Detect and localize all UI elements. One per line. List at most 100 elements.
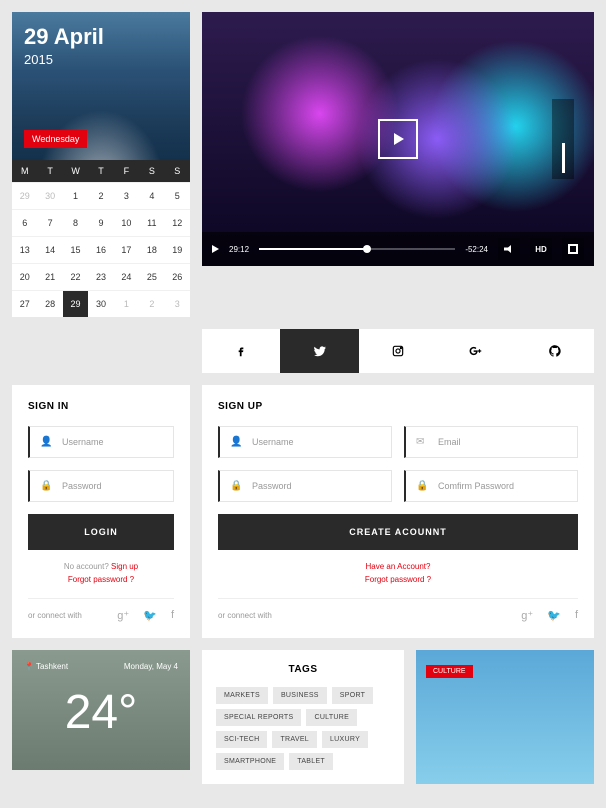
instagram-button[interactable] [359,329,437,373]
calendar-cell[interactable]: 1 [63,182,88,209]
day-label: F [114,160,139,182]
calendar-cell[interactable]: 25 [139,263,164,290]
facebook-icon[interactable]: f [575,609,578,622]
user-icon: 👤 [230,437,242,448]
googleplus-icon[interactable]: g⁺ [521,609,533,622]
calendar-grid: 2930123456789101112131415161718192021222… [12,182,190,317]
tag[interactable]: MARKETS [216,687,268,704]
login-button[interactable]: LOGIN [28,514,174,550]
play-button[interactable] [378,119,418,159]
tag[interactable]: SMARTPHONE [216,753,284,770]
tag[interactable]: LUXURY [322,731,368,748]
email-field[interactable]: ✉Email [404,426,578,458]
calendar-cell[interactable]: 18 [139,236,164,263]
tags-list: MARKETS BUSINESS SPORT SPECIAL REPORTS CULTU… [216,687,390,770]
have-account-link[interactable]: Have an Account? [218,562,578,571]
forgot-link[interactable]: Forgot password ? [28,575,174,584]
volume-slider[interactable] [552,99,574,179]
play-icon[interactable] [212,245,219,253]
calendar-cell[interactable]: 5 [165,182,190,209]
mail-icon: ✉ [416,437,424,448]
day-label: S [139,160,164,182]
day-label: M [12,160,37,182]
calendar-cell[interactable]: 30 [37,182,62,209]
twitter-icon[interactable]: 🐦 [143,609,157,622]
tags-title: TAGS [216,664,390,675]
tag[interactable]: SCI-TECH [216,731,267,748]
tag[interactable]: TABLET [289,753,333,770]
password-field[interactable]: 🔒Password [218,470,392,502]
calendar-cell[interactable]: 9 [88,209,113,236]
calendar-cell[interactable]: 29 [63,290,88,317]
calendar-cell[interactable]: 3 [165,290,190,317]
username-field[interactable]: 👤Username [28,426,174,458]
calendar-cell[interactable]: 26 [165,263,190,290]
video-controls: 29:12 -52:24 HD [202,232,594,266]
lock-icon: 🔒 [230,481,242,492]
signup-title: SIGN UP [218,401,578,412]
calendar-cell[interactable]: 4 [139,182,164,209]
create-account-button[interactable]: CREATE ACOUNNT [218,514,578,550]
twitter-button[interactable] [280,329,358,373]
tags-widget: TAGS MARKETS BUSINESS SPORT SPECIAL REPORTS… [202,650,404,784]
calendar-cell[interactable]: 23 [88,263,113,290]
calendar-day-labels: MTWTFSS [12,160,190,182]
googleplus-icon[interactable]: g⁺ [117,609,129,622]
calendar-cell[interactable]: 1 [114,290,139,317]
tag[interactable]: SPORT [332,687,374,704]
tag[interactable]: TRAVEL [272,731,317,748]
calendar-cell[interactable]: 15 [63,236,88,263]
username-field[interactable]: 👤Username [218,426,392,458]
tag[interactable]: CULTURE [306,709,357,726]
calendar-cell[interactable]: 16 [88,236,113,263]
mute-button[interactable] [498,238,520,260]
culture-badge: CULTURE [426,665,473,678]
facebook-icon[interactable]: f [171,609,174,622]
calendar-cell[interactable]: 2 [139,290,164,317]
signin-title: SIGN IN [28,401,174,412]
calendar-cell[interactable]: 12 [165,209,190,236]
confirm-password-field[interactable]: 🔒Comfirm Password [404,470,578,502]
calendar-cell[interactable]: 22 [63,263,88,290]
calendar-cell[interactable]: 24 [114,263,139,290]
calendar-cell[interactable]: 14 [37,236,62,263]
calendar-day-badge: Wednesday [24,130,87,148]
googleplus-button[interactable] [437,329,515,373]
calendar-cell[interactable]: 21 [37,263,62,290]
hd-button[interactable]: HD [530,238,552,260]
calendar-cell[interactable]: 19 [165,236,190,263]
calendar-cell[interactable]: 11 [139,209,164,236]
weather-temp: 24° [24,685,178,740]
calendar-cell[interactable]: 7 [37,209,62,236]
lock-icon: 🔒 [416,481,428,492]
signup-link[interactable]: No account? Sign up [28,562,174,571]
day-label: S [165,160,190,182]
calendar-cell[interactable]: 13 [12,236,37,263]
calendar-cell[interactable]: 30 [88,290,113,317]
password-field[interactable]: 🔒Password [28,470,174,502]
connect-label: or connect with [28,611,82,620]
calendar-cell[interactable]: 6 [12,209,37,236]
calendar-cell[interactable]: 17 [114,236,139,263]
day-label: W [63,160,88,182]
tag[interactable]: BUSINESS [273,687,327,704]
calendar-cell[interactable]: 10 [114,209,139,236]
calendar-cell[interactable]: 8 [63,209,88,236]
calendar-cell[interactable]: 28 [37,290,62,317]
forgot-link[interactable]: Forgot password ? [218,575,578,584]
calendar-date: 29 April [24,24,178,50]
facebook-button[interactable] [202,329,280,373]
calendar-cell[interactable]: 29 [12,182,37,209]
calendar-widget: 29 April 2015 Wednesday MTWTFSS 29301234… [12,12,190,317]
progress-bar[interactable] [259,248,455,250]
twitter-icon[interactable]: 🐦 [547,609,561,622]
calendar-header: 29 April 2015 Wednesday [12,12,190,160]
calendar-cell[interactable]: 2 [88,182,113,209]
calendar-cell[interactable]: 20 [12,263,37,290]
signin-card: SIGN IN 👤Username 🔒Password LOGIN No acc… [12,385,190,638]
calendar-cell[interactable]: 3 [114,182,139,209]
tag[interactable]: SPECIAL REPORTS [216,709,301,726]
fullscreen-button[interactable] [562,238,584,260]
github-button[interactable] [516,329,594,373]
calendar-cell[interactable]: 27 [12,290,37,317]
